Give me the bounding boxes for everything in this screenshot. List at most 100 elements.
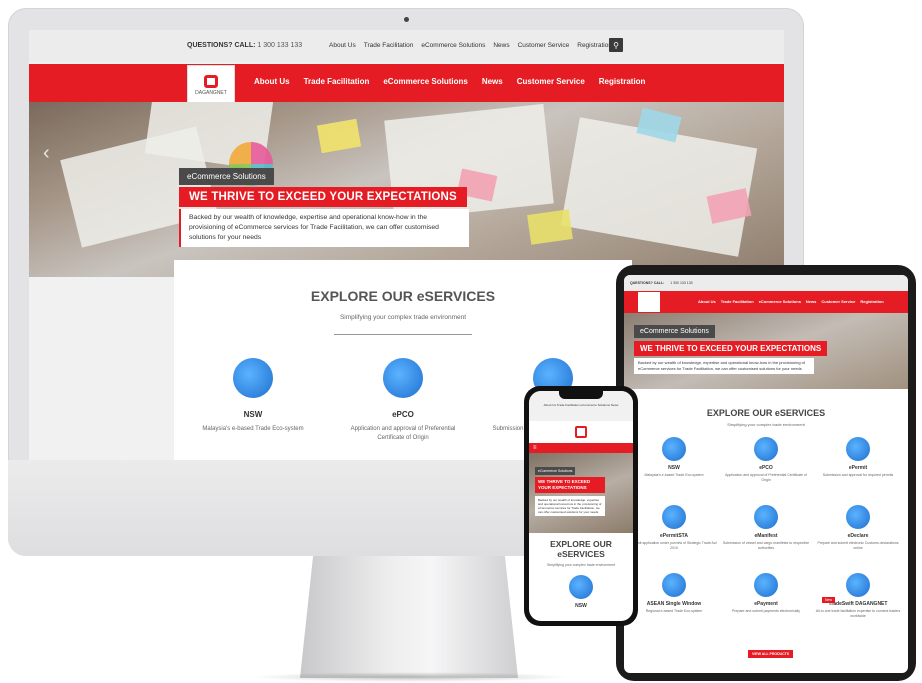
tablet-nav-trade[interactable]: Trade Facilitation (721, 299, 754, 304)
payment-icon (754, 573, 778, 597)
carousel-prev-icon[interactable]: ‹ (43, 142, 50, 165)
service-name: ePCO (392, 410, 414, 419)
phone-logo[interactable] (529, 421, 633, 443)
phone-screen: About Us Trade Facilitation eCommerce So… (529, 391, 633, 621)
phone-explore-subtitle: Simplifying your complex trade environme… (547, 563, 615, 567)
search-icon[interactable]: ⚲ (609, 38, 623, 52)
tablet-nav-registration[interactable]: Registration (860, 299, 883, 304)
nav-news[interactable]: News (482, 77, 503, 86)
nav-links: About Us Trade Facilitation eCommerce So… (254, 77, 645, 86)
phone-hero: eCommerce Solutions WE THRIVE TO EXCEED … (529, 453, 633, 533)
service-desc: Malaysia's e-based Trade Eco-system (644, 473, 704, 477)
phone-hero-body: Backed by our wealth of knowledge, exper… (535, 496, 605, 516)
phone-hero-title: WE THRIVE TO EXCEED YOUR EXPECTATIONS (535, 477, 605, 493)
top-links: About Us Trade Facilitation eCommerce So… (329, 42, 612, 49)
service-name: ePCO (759, 465, 773, 471)
tablet-service-epermit[interactable]: ePermit Submission and approval for requi… (814, 437, 902, 478)
phone-number[interactable]: 1 300 133 133 (257, 42, 302, 49)
tablet-nav-customer[interactable]: Customer Service (821, 299, 855, 304)
nav-about[interactable]: About Us (254, 77, 290, 86)
hero-body: Backed by our wealth of knowledge, exper… (179, 209, 469, 247)
explore-title: EXPLORE OUR eSERVICES (310, 288, 496, 304)
tablet-hero-category: eCommerce Solutions (634, 325, 715, 338)
site-topbar: QUESTIONS? CALL: 1 300 133 133 About Us … (29, 30, 784, 62)
globe-icon (662, 437, 686, 461)
service-name: eManifest (754, 533, 778, 539)
nav-customer[interactable]: Customer Service (517, 77, 585, 86)
service-card-epco[interactable]: ePCO Application and approval of Prefere… (338, 358, 468, 443)
tablet-phone-number[interactable]: 1 300 133 133 (670, 281, 692, 285)
worker-icon (846, 437, 870, 461)
service-desc: All-in-one trade facilitation expertise … (815, 609, 901, 618)
tablet-nav: About Us Trade Facilitation eCommerce So… (624, 291, 908, 313)
tablet-device: QUESTIONS? CALL: 1 300 133 133 About Us … (616, 265, 916, 681)
logo-text: DAGANGNET (195, 89, 227, 96)
toplink-registration[interactable]: Registration (577, 42, 612, 49)
phone-hero-category: eCommerce Solutions (535, 467, 576, 475)
tablet-service-epco[interactable]: ePCO Application and approval of Preferen… (722, 437, 810, 483)
world-trade-icon (846, 573, 870, 597)
service-name: ePermit (848, 465, 868, 471)
toplink-about[interactable]: About Us (329, 42, 356, 49)
tablet-nav-ecommerce[interactable]: eCommerce Solutions (759, 299, 801, 304)
service-desc: Application and approval of Preferential… (350, 426, 456, 441)
ship-icon (754, 505, 778, 529)
hero-banner: ‹ eCommerce Solutions WE THRIVE TO EXCEE… (29, 102, 784, 277)
tablet-service-epayment[interactable]: ePayment Prepare and submit payments elec… (722, 573, 810, 614)
tablet-phone-label: QUESTIONS? CALL: (630, 281, 665, 285)
service-desc: Submission and approval for required per… (822, 473, 894, 477)
phone-link-trade[interactable]: Trade Facilitation (557, 403, 580, 407)
main-nav: DAGANGNET About Us Trade Facilitation eC… (29, 64, 784, 105)
phone-explore-title: EXPLORE OUR eSERVICES (550, 539, 612, 559)
tablet-service-edeclare[interactable]: eDeclare Prepare and submit electronic Cu… (814, 505, 902, 551)
camera-icon (404, 17, 409, 22)
service-desc: Regional e-based Trade Eco-system (645, 609, 703, 613)
tablet-service-emanifest[interactable]: eManifest Submission of vessel and cargo … (722, 505, 810, 551)
toplink-ecommerce[interactable]: eCommerce Solutions (421, 42, 485, 49)
sticky-note (316, 118, 362, 154)
view-all-products-button[interactable]: VIEW ALL PRODUCTS (748, 650, 794, 658)
phone-link-news[interactable]: News (611, 403, 619, 407)
service-name: NSW (243, 410, 263, 419)
phone-link-about[interactable]: About Us (544, 403, 556, 407)
tablet-service-asean[interactable]: ASEAN Single Window Regional e-based Trad… (630, 573, 718, 614)
monitor-stand (300, 556, 518, 678)
tablet-logo[interactable] (638, 292, 660, 312)
tablet-nav-news[interactable]: News (806, 299, 816, 304)
service-desc: Application and approval of Preferential… (725, 473, 807, 482)
hamburger-menu-icon[interactable]: ≡ (529, 443, 633, 453)
globe-icon[interactable] (569, 575, 593, 599)
service-desc: Submission of vessel and cargo manifests… (722, 541, 810, 550)
site-logo[interactable]: DAGANGNET (187, 65, 235, 105)
phone-label: QUESTIONS? CALL: (187, 42, 256, 49)
toplink-customer[interactable]: Customer Service (518, 42, 570, 49)
service-name: NSW (668, 465, 680, 471)
service-card-nsw[interactable]: NSW Malaysia's e-based Trade Eco-system (188, 358, 318, 434)
tablet-service-tradeswift[interactable]: TradeSwift DAGANGNET All-in-one trade fac… (814, 573, 902, 619)
nav-ecommerce[interactable]: eCommerce Solutions (383, 77, 467, 86)
nav-trade[interactable]: Trade Facilitation (304, 77, 370, 86)
phone-device: About Us Trade Facilitation eCommerce So… (524, 386, 638, 626)
divider (334, 334, 472, 335)
person-icon (662, 573, 686, 597)
tablet-hero-title: WE THRIVE TO EXCEED YOUR EXPECTATIONS (634, 341, 828, 356)
tablet-service-nsw[interactable]: NSW Malaysia's e-based Trade Eco-system (630, 437, 718, 478)
nav-registration[interactable]: Registration (599, 77, 646, 86)
tablet-screen: QUESTIONS? CALL: 1 300 133 133 About Us … (624, 275, 908, 673)
tablet-service-epermitsta[interactable]: ePermitSTA Permit application under purvi… (630, 505, 718, 551)
service-desc: Malaysia's e-based Trade Eco-system (202, 426, 304, 432)
service-desc: Prepare and submit electronic Customs de… (817, 541, 899, 550)
tablet-hero-body: Backed by our wealth of knowledge, exper… (634, 358, 814, 374)
phone-notch (559, 391, 603, 399)
phone-link-ecommerce[interactable]: eCommerce Solutions (581, 403, 611, 407)
phone-info: QUESTIONS? CALL: 1 300 133 133 (187, 42, 302, 49)
phone-service-name: NSW (575, 603, 587, 609)
service-name: ePayment (754, 601, 778, 607)
certificate-icon (754, 437, 778, 461)
certificate-icon (383, 358, 423, 398)
hero-title: WE THRIVE TO EXCEED YOUR EXPECTATIONS (179, 187, 467, 207)
toplink-news[interactable]: News (493, 42, 509, 49)
tablet-nav-about[interactable]: About Us (698, 299, 716, 304)
tablet-topbar: QUESTIONS? CALL: 1 300 133 133 (624, 275, 908, 291)
toplink-trade[interactable]: Trade Facilitation (364, 42, 414, 49)
